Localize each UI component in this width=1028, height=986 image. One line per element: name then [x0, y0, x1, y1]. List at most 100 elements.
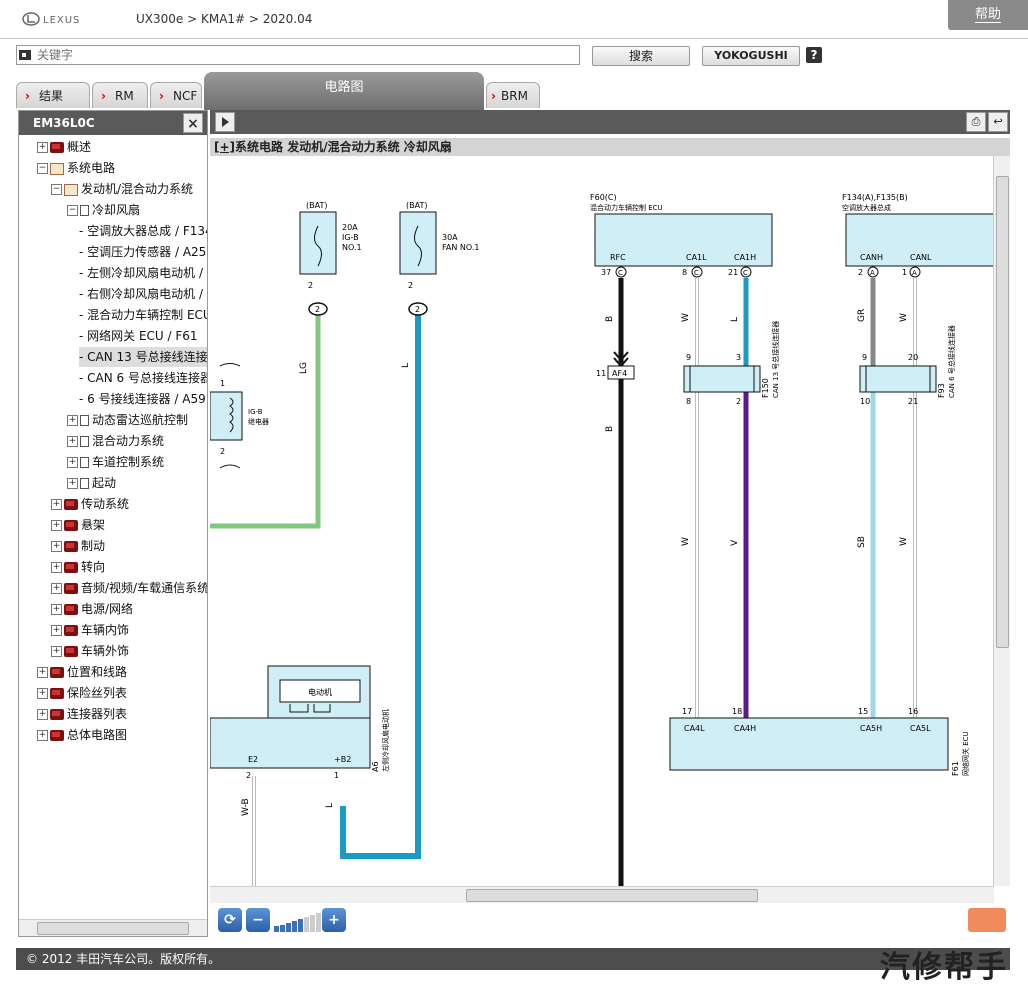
tree-item[interactable]: + 悬架	[51, 515, 105, 535]
expand-icon[interactable]: +	[51, 604, 62, 615]
expand-icon[interactable]: +	[67, 478, 78, 489]
tab-wiring-diagram[interactable]: 电路图	[204, 72, 484, 110]
wire-label-b: B	[605, 426, 615, 432]
f134-pin2: 2	[858, 268, 863, 277]
tree-item[interactable]: + 音频/视频/车载通信系统	[51, 578, 207, 598]
diagram-vertical-scrollbar[interactable]	[993, 156, 1010, 886]
expand-icon[interactable]: +	[37, 142, 48, 153]
help-tab[interactable]: 帮助	[948, 0, 1028, 30]
fuse2-box[interactable]	[399, 211, 437, 275]
tree-item[interactable]: + 位置和线路	[37, 662, 127, 682]
scrollbar-thumb[interactable]	[996, 176, 1009, 648]
yokogushi-button[interactable]: YOKOGUSHI	[702, 46, 800, 66]
wire-label-w: W	[681, 313, 691, 322]
fuse1-no: NO.1	[342, 243, 362, 252]
tree-item[interactable]: - 网络网关 ECU / F61	[79, 326, 198, 346]
expand-icon[interactable]: +	[67, 457, 78, 468]
tree-item[interactable]: + 车道控制系统	[67, 452, 164, 472]
expand-icon[interactable]: +	[37, 667, 48, 678]
search-input[interactable]	[16, 45, 580, 65]
wiring-diagram-canvas[interactable]: (BAT) 20A IG-B NO.1 2 2 (BAT) 30A FAN NO…	[210, 156, 994, 886]
collapse-icon[interactable]: −	[67, 205, 78, 216]
tree-item[interactable]: - 右侧冷却风扇电动机 /	[79, 284, 203, 304]
tree-item[interactable]: - 6 号接线连接器 / A59	[79, 389, 206, 409]
scrollbar-thumb[interactable]	[37, 922, 189, 935]
expand-icon[interactable]: +	[51, 583, 62, 594]
f93-connector[interactable]	[859, 365, 937, 393]
tree-item-label: 概述	[67, 140, 92, 154]
zoom-out-button[interactable]: −	[246, 908, 270, 932]
fuse1-box[interactable]	[299, 211, 337, 275]
zoom-level-bar[interactable]	[274, 926, 279, 932]
collapse-icon[interactable]: −	[51, 184, 62, 195]
tree-item[interactable]: + 车辆内饰	[51, 620, 129, 640]
expand-icon[interactable]: +	[51, 646, 62, 657]
tree-item[interactable]: − 冷却风扇	[67, 200, 140, 220]
relay-box[interactable]	[210, 391, 243, 441]
panel-horizontal-scrollbar[interactable]	[19, 919, 207, 936]
tab-results[interactable]: › 结果	[16, 82, 90, 108]
af4-pin: 11	[596, 369, 606, 378]
tree-item[interactable]: + 连接器列表	[37, 704, 127, 724]
zoom-level-bar[interactable]	[310, 915, 315, 932]
expand-icon[interactable]: +	[67, 415, 78, 426]
play-icon[interactable]	[215, 112, 235, 132]
tree-item[interactable]: + 传动系统	[51, 494, 129, 514]
refresh-icon[interactable]: ⟳	[218, 908, 242, 932]
tree-item[interactable]: − 系统电路	[37, 158, 115, 178]
tree-item[interactable]: + 动态雷达巡航控制	[67, 410, 188, 430]
f134-conn-a-label: A	[912, 269, 917, 277]
expand-icon[interactable]: +	[37, 730, 48, 741]
scrollbar-thumb[interactable]	[466, 889, 758, 902]
f93-pin20: 20	[908, 353, 918, 362]
tree-item[interactable]: + 混合动力系统	[67, 431, 164, 451]
tree-item[interactable]: - 左侧冷却风扇电动机 /	[79, 263, 203, 283]
zoom-level-bar[interactable]	[286, 923, 291, 932]
expand-icon[interactable]: +	[67, 436, 78, 447]
tree-item[interactable]: - CAN 6 号总接线连接器	[79, 368, 207, 388]
tree-item[interactable]: + 总体电路图	[37, 725, 127, 745]
zoom-level-bar[interactable]	[280, 925, 285, 932]
search-button[interactable]: 搜索	[592, 46, 690, 66]
zoom-in-button[interactable]: +	[322, 908, 346, 932]
tree-item-label: 车辆内饰	[81, 623, 130, 637]
tree-item[interactable]: + 电源/网络	[51, 599, 133, 619]
tree-item[interactable]: - 空调放大器总成 / F134	[79, 221, 207, 241]
expand-icon[interactable]: +	[51, 562, 62, 573]
tree-item-selected[interactable]: - CAN 13 号总接线连接器	[79, 347, 207, 367]
diagram-horizontal-scrollbar[interactable]	[210, 886, 994, 903]
f61-pin15: 15	[858, 707, 868, 716]
close-icon[interactable]: ×	[183, 113, 203, 133]
f61-gateway-box[interactable]	[669, 717, 949, 771]
tab-brm[interactable]: › BRM	[486, 82, 540, 108]
tree-item[interactable]: + 概述	[37, 137, 91, 157]
collapse-icon[interactable]: −	[37, 163, 48, 174]
zoom-level-bar[interactable]	[292, 921, 297, 932]
expand-icon[interactable]: +	[51, 499, 62, 510]
help-question-button[interactable]: ?	[806, 47, 822, 63]
tree-item[interactable]: + 保险丝列表	[37, 683, 127, 703]
tab-rm[interactable]: › RM	[92, 82, 148, 108]
tree-item[interactable]: − 发动机/混合动力系统	[51, 179, 193, 199]
return-icon[interactable]: ↩	[988, 112, 1008, 132]
expand-icon[interactable]: +	[51, 520, 62, 531]
tree-item[interactable]: + 转向	[51, 557, 105, 577]
tree-item[interactable]: - 空调压力传感器 / A25	[79, 242, 206, 262]
zoom-level-bar[interactable]	[298, 919, 303, 932]
f150-connector[interactable]	[683, 365, 761, 393]
tab-ncf[interactable]: › NCF	[150, 82, 202, 108]
expand-diagram-link[interactable]: [+]	[214, 140, 235, 154]
zoom-level-bar[interactable]	[304, 917, 309, 932]
comment-icon[interactable]	[968, 908, 1006, 932]
print-icon[interactable]: ⎙	[966, 112, 986, 132]
zoom-level-bar[interactable]	[316, 913, 321, 932]
chevron-right-icon: ›	[159, 89, 164, 103]
tree-item[interactable]: + 制动	[51, 536, 105, 556]
expand-icon[interactable]: +	[37, 688, 48, 699]
expand-icon[interactable]: +	[37, 709, 48, 720]
expand-icon[interactable]: +	[51, 541, 62, 552]
tree-item[interactable]: + 车辆外饰	[51, 641, 129, 661]
tree-item[interactable]: + 起动	[67, 473, 116, 493]
expand-icon[interactable]: +	[51, 625, 62, 636]
tree-item[interactable]: - 混合动力车辆控制 ECU	[79, 305, 207, 325]
